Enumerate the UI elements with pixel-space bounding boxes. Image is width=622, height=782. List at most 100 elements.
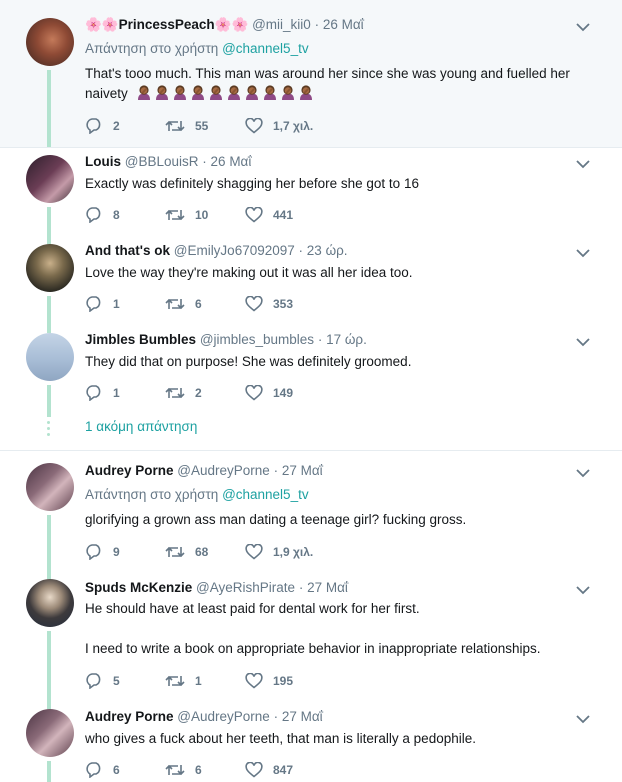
reply-button[interactable]: 5: [85, 672, 120, 690]
retweet-button[interactable]: 55: [165, 117, 208, 135]
tweet-0[interactable]: 🌸🌸PrincessPeach🌸🌸 @mii_kii0 · 26 Μαΐ Απά…: [0, 0, 622, 147]
tweet-text: They did that on purpose! She was defini…: [85, 354, 412, 369]
avatar[interactable]: [26, 155, 74, 203]
thread-line: [47, 207, 51, 237]
woman-facepalming-emoji: [299, 85, 312, 100]
reply-prefix: Απάντηση στο χρήστη: [85, 487, 219, 502]
tweet-actions: 1 6 353: [85, 295, 385, 313]
user-handle[interactable]: @AyeRishPirate: [196, 580, 295, 595]
woman-facepalming-emoji: [227, 85, 240, 100]
timestamp[interactable]: 27 Μαΐ: [307, 580, 348, 595]
timestamp[interactable]: 23 ώρ.: [307, 243, 348, 258]
chevron-down-icon[interactable]: [576, 22, 590, 32]
user-name[interactable]: Jimbles Bumbles: [85, 332, 196, 347]
tweet-header: And that's ok @EmilyJo67092097 · 23 ώρ.: [85, 243, 348, 259]
user-handle[interactable]: @AudreyPorne: [177, 463, 270, 478]
tweet-6[interactable]: Audrey Porne @AudreyPorne · 27 Μαΐ who g…: [0, 698, 622, 782]
reply-mention-link[interactable]: @channel5_tv: [222, 487, 309, 502]
avatar[interactable]: [26, 244, 74, 292]
like-button[interactable]: 149: [245, 384, 293, 402]
reply-button[interactable]: 8: [85, 206, 120, 224]
tweet-4[interactable]: Audrey Porne @AudreyPorne · 27 Μαΐ Απάντ…: [0, 451, 622, 569]
tweet-text-line: naivety: [85, 84, 595, 103]
avatar[interactable]: [26, 333, 74, 381]
like-count: 1,9 χιλ.: [273, 545, 314, 559]
user-handle[interactable]: @EmilyJo67092097: [174, 243, 295, 258]
like-button[interactable]: 353: [245, 295, 293, 313]
chevron-down-icon[interactable]: [576, 337, 590, 347]
retweet-icon: [165, 209, 185, 221]
retweet-button[interactable]: 68: [165, 543, 208, 561]
reply-icon: [86, 544, 101, 560]
thread-line: [47, 569, 51, 579]
user-name[interactable]: Audrey Porne: [85, 709, 174, 724]
timestamp[interactable]: 26 Μαΐ: [211, 154, 252, 169]
user-name[interactable]: Spuds McKenzie: [85, 580, 192, 595]
tweet-text: Love the way they're making out it was a…: [85, 265, 413, 280]
timestamp[interactable]: 27 Μαΐ: [282, 463, 323, 478]
retweet-button[interactable]: 6: [165, 761, 202, 779]
reply-button[interactable]: 1: [85, 295, 120, 313]
heart-icon: [245, 118, 263, 134]
tweet-actions: 2 55 1,7 χιλ.: [85, 117, 385, 135]
like-button[interactable]: 441: [245, 206, 293, 224]
avatar[interactable]: [26, 463, 74, 511]
like-button[interactable]: 1,7 χιλ.: [245, 117, 313, 135]
reply-mention-link[interactable]: @channel5_tv: [222, 41, 309, 56]
avatar[interactable]: [26, 18, 74, 66]
tweet-5[interactable]: Spuds McKenzie @AyeRishPirate · 27 Μαΐ H…: [0, 569, 622, 698]
thread-line: [47, 70, 51, 147]
reply-button[interactable]: 2: [85, 117, 120, 135]
timestamp[interactable]: 27 Μαΐ: [282, 709, 323, 724]
user-handle[interactable]: @AudreyPorne: [177, 709, 270, 724]
like-button[interactable]: 1,9 χιλ.: [245, 543, 313, 561]
reply-icon: [86, 385, 101, 401]
reply-icon: [86, 207, 101, 223]
woman-facepalming-emoji: [155, 85, 168, 100]
reply-button[interactable]: 1: [85, 384, 120, 402]
timestamp[interactable]: 26 Μαΐ: [323, 17, 364, 32]
retweet-button[interactable]: 2: [165, 384, 202, 402]
tweet-header: Jimbles Bumbles @jimbles_bumbles · 17 ώρ…: [85, 332, 367, 348]
tweet-2[interactable]: And that's ok @EmilyJo67092097 · 23 ώρ. …: [0, 237, 622, 326]
retweet-count: 1: [195, 674, 202, 688]
thread-line: [47, 698, 51, 709]
retweet-icon: [165, 387, 185, 399]
tweet-actions: 8 10 441: [85, 206, 385, 224]
user-handle[interactable]: @BBLouisR: [125, 154, 199, 169]
user-name[interactable]: 🌸🌸PrincessPeach🌸🌸: [85, 17, 248, 32]
avatar[interactable]: [26, 709, 74, 757]
tweet-text: Exactly was definitely shagging her befo…: [85, 176, 419, 191]
timestamp[interactable]: 17 ώρ.: [326, 332, 367, 347]
reply-count: 1: [113, 297, 120, 311]
tweet-1[interactable]: Louis @BBLouisR · 26 Μαΐ Exactly was def…: [0, 148, 622, 237]
retweet-count: 6: [195, 297, 202, 311]
user-name[interactable]: And that's ok: [85, 243, 170, 258]
chevron-down-icon[interactable]: [576, 585, 590, 595]
tweet-3[interactable]: Jimbles Bumbles @jimbles_bumbles · 17 ώρ…: [0, 326, 622, 450]
chevron-down-icon[interactable]: [576, 468, 590, 478]
like-button[interactable]: 195: [245, 672, 293, 690]
heart-icon: [245, 296, 263, 312]
retweet-button[interactable]: 10: [165, 206, 208, 224]
tweet-header: Spuds McKenzie @AyeRishPirate · 27 Μαΐ: [85, 580, 348, 596]
separator: ·: [298, 580, 304, 595]
tweet-text: He should have at least paid for dental …: [85, 599, 595, 658]
reply-button[interactable]: 6: [85, 761, 120, 779]
retweet-button[interactable]: 6: [165, 295, 202, 313]
like-count: 847: [273, 763, 294, 777]
user-name[interactable]: Audrey Porne: [85, 463, 174, 478]
tweet-text: glorifying a grown ass man dating a teen…: [85, 512, 467, 527]
user-handle[interactable]: @mii_kii0: [252, 17, 311, 32]
chevron-down-icon[interactable]: [576, 159, 590, 169]
chevron-down-icon[interactable]: [576, 714, 590, 724]
reply-button[interactable]: 9: [85, 543, 120, 561]
user-name[interactable]: Louis: [85, 154, 121, 169]
woman-facepalming-emoji: [209, 85, 222, 100]
user-handle[interactable]: @jimbles_bumbles: [200, 332, 314, 347]
like-button[interactable]: 847: [245, 761, 293, 779]
chevron-down-icon[interactable]: [576, 248, 590, 258]
show-more-replies-link[interactable]: 1 ακόμη απάντηση: [85, 419, 197, 434]
avatar[interactable]: [26, 579, 74, 627]
retweet-button[interactable]: 1: [165, 672, 202, 690]
